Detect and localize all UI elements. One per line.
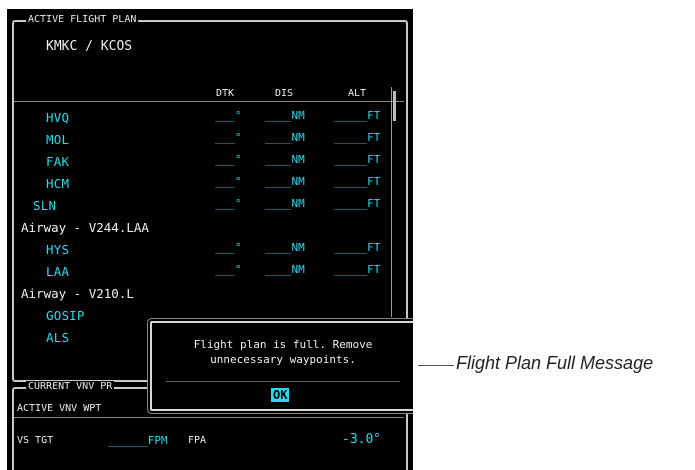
alt-header: ALT [348, 88, 367, 99]
waypoint-alt: _____FT [334, 153, 381, 166]
active-vnv-wpt-label: ACTIVE VNV WPT [17, 403, 102, 414]
vs-tgt-label: VS TGT [17, 435, 54, 446]
waypoint-name: HCM [46, 176, 70, 191]
waypoint-dtk: ___° [215, 197, 242, 210]
dialog-message: Flight plan is full. Remove unnecessary … [193, 338, 373, 366]
waypoint-alt: _____FT [334, 109, 381, 122]
active-flight-plan-title: ACTIVE FLIGHT PLAN [26, 14, 139, 26]
fpa-value: -3.0° [342, 432, 382, 447]
waypoint-name: SLN [33, 198, 57, 213]
waypoint-alt: _____FT [334, 241, 381, 254]
scrollbar-thumb[interactable] [393, 91, 396, 121]
waypoint-row-fak[interactable]: FAK ___° ____NM _____FT [7, 151, 397, 171]
waypoint-name: LAA [46, 264, 70, 279]
callout-label: Flight Plan Full Message [456, 353, 654, 373]
dtk-header: DTK [216, 88, 235, 99]
waypoint-name: GOSIP [46, 308, 85, 323]
dialog-divider [166, 381, 400, 382]
waypoint-dis: ____NM [265, 109, 305, 122]
airway-row-v210[interactable]: Airway - V210.L [7, 283, 397, 303]
waypoint-name: FAK [46, 154, 70, 169]
waypoint-dtk: ___° [215, 109, 242, 122]
waypoint-dis: ____NM [265, 197, 305, 210]
vnv-divider [14, 417, 404, 418]
waypoint-dtk: ___° [215, 153, 242, 166]
waypoint-name: HVQ [46, 110, 70, 125]
route-label: KMKC / KCOS [46, 39, 133, 54]
waypoint-name: MOL [46, 132, 70, 147]
waypoint-alt: _____FT [334, 263, 381, 276]
vs-tgt-value: ______FPM [108, 434, 168, 447]
waypoint-row-hys[interactable]: HYS ___° ____NM _____FT [7, 239, 397, 259]
mfd-screen: ACTIVE FLIGHT PLAN KMKC / KCOS DTK DIS A… [7, 9, 413, 470]
callout-leader-line [418, 365, 454, 366]
waypoint-row-mol[interactable]: MOL ___° ____NM _____FT [7, 129, 397, 149]
waypoint-row-sln[interactable]: SLN ___° ____NM _____FT [7, 195, 397, 215]
waypoint-alt: _____FT [334, 175, 381, 188]
vnv-profile-title: CURRENT VNV PR [26, 381, 115, 393]
ok-button[interactable]: OK [271, 388, 290, 402]
waypoint-dtk: ___° [215, 175, 242, 188]
waypoint-alt: _____FT [334, 197, 381, 210]
waypoint-name: ALS [46, 330, 70, 345]
waypoint-dtk: ___° [215, 263, 242, 276]
waypoint-dtk: ___° [215, 131, 242, 144]
waypoint-dis: ____NM [265, 263, 305, 276]
waypoint-dis: ____NM [265, 241, 305, 254]
header-divider [14, 101, 404, 102]
airway-label: Airway - V210.L [21, 286, 134, 301]
waypoint-row-hcm[interactable]: HCM ___° ____NM _____FT [7, 173, 397, 193]
flight-plan-scrollbar[interactable] [391, 87, 396, 317]
fpa-label: FPA [188, 435, 207, 446]
waypoint-dis: ____NM [265, 175, 305, 188]
waypoint-row-laa[interactable]: LAA ___° ____NM _____FT [7, 261, 397, 281]
flight-plan-full-dialog: Flight plan is full. Remove unnecessary … [150, 321, 413, 411]
waypoint-dis: ____NM [265, 153, 305, 166]
airway-label: Airway - V244.LAA [21, 220, 149, 235]
waypoint-dis: ____NM [265, 131, 305, 144]
waypoint-dtk: ___° [215, 241, 242, 254]
waypoint-alt: _____FT [334, 131, 381, 144]
dis-header: DIS [275, 88, 294, 99]
waypoint-row-hvq[interactable]: HVQ ___° ____NM _____FT [7, 107, 397, 127]
airway-row-v244[interactable]: Airway - V244.LAA [7, 217, 397, 237]
waypoint-name: HYS [46, 242, 70, 257]
